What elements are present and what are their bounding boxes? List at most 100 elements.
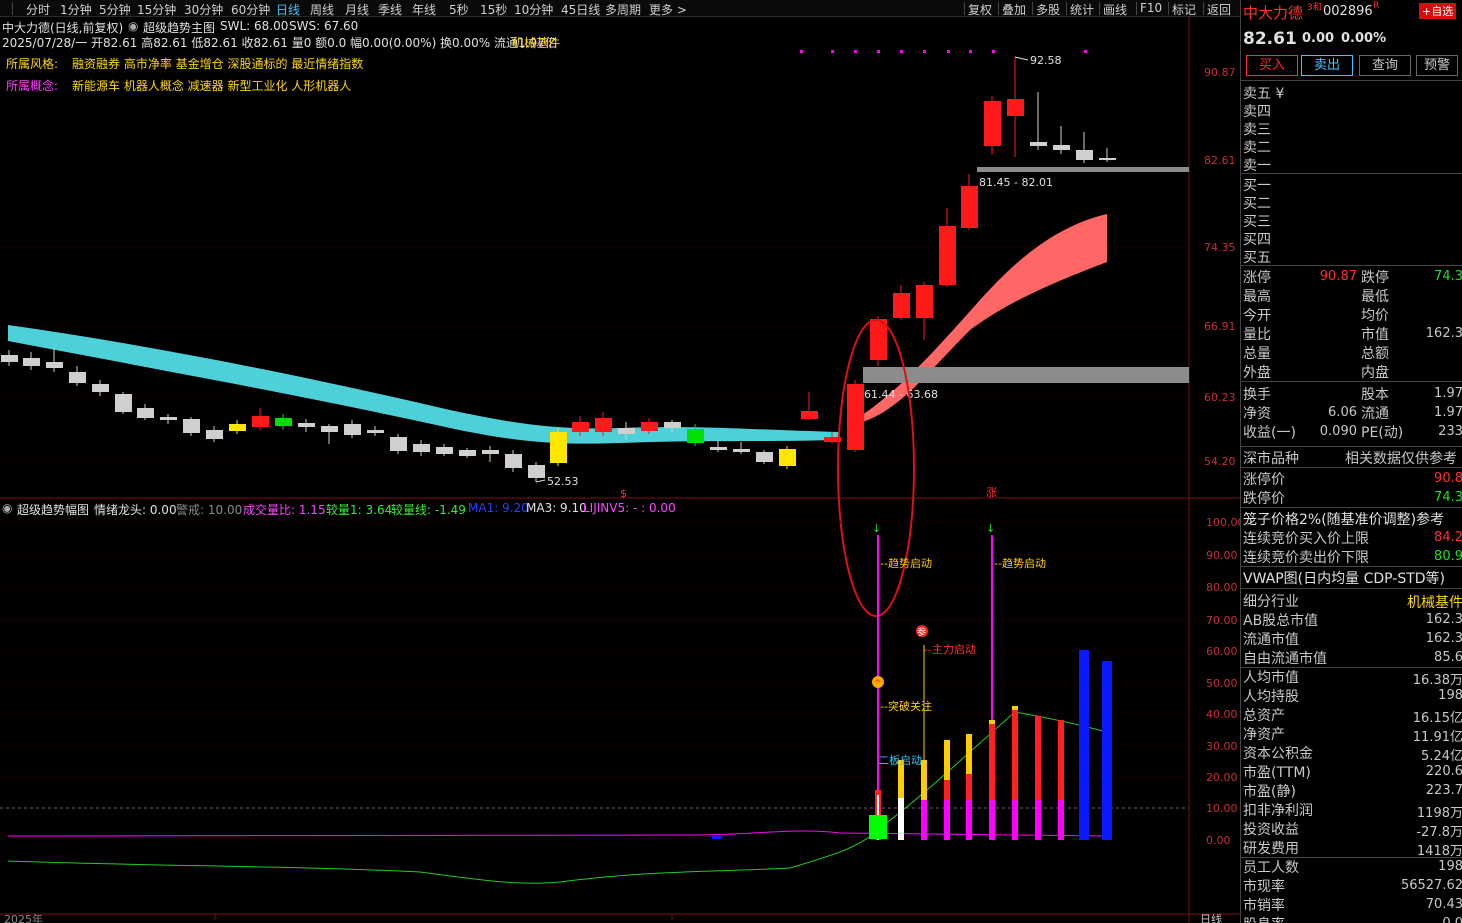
period-tab-10[interactable]: 年线 xyxy=(412,1,436,18)
candle-body-7 xyxy=(160,417,177,420)
panel-divider xyxy=(1241,173,1462,174)
signal-dot-4 xyxy=(900,50,903,53)
period-tab-4[interactable]: 30分钟 xyxy=(184,1,223,18)
toolbar-right-divider xyxy=(1032,2,1033,15)
detail-value: 16.15亿 xyxy=(1412,711,1462,726)
candle-body-0 xyxy=(1,355,18,362)
market-note: 相关数据仅供参考 xyxy=(1345,451,1457,467)
candle-body-40 xyxy=(916,285,933,318)
period-tab-7[interactable]: 周线 xyxy=(310,1,334,18)
toolbar-right-0[interactable]: 复权 xyxy=(968,1,992,18)
candle-body-9 xyxy=(206,430,223,439)
low-pointer xyxy=(535,479,546,483)
cage-label: 笼子价格2%(随基准价调整)参考 xyxy=(1243,512,1445,528)
toolbar-right-7[interactable]: 返回 xyxy=(1207,1,1231,18)
low-label: 52.53 xyxy=(547,475,579,488)
detail-label: 自由流通市值 xyxy=(1243,651,1327,667)
sub-bar-6 xyxy=(1012,706,1018,800)
stat-label: 外盘 xyxy=(1243,365,1271,381)
toolbar-right-5[interactable]: F10 xyxy=(1140,1,1162,15)
trade-button-2[interactable]: 查询 xyxy=(1359,55,1411,76)
sub-bar-base-1 xyxy=(898,798,904,840)
period-tab-12[interactable]: 15秒 xyxy=(480,1,507,18)
trend-ribbon-cyan xyxy=(8,325,840,444)
toolbar-right-3[interactable]: 统计 xyxy=(1070,1,1094,18)
detail-value: 70.43 xyxy=(1425,897,1462,912)
detail-value: 162.3 xyxy=(1425,631,1462,646)
candle-body-2 xyxy=(46,362,63,368)
stat-label: 最高 xyxy=(1243,289,1271,305)
period-tab-13[interactable]: 10分钟 xyxy=(514,1,553,18)
candle-body-5 xyxy=(115,394,132,412)
stat-value: 74.3 xyxy=(1434,269,1462,284)
period-tab-16[interactable]: 更多 > xyxy=(649,1,687,18)
candle-body-44 xyxy=(1007,99,1024,116)
high-pointer xyxy=(1014,56,1029,61)
period-tab-5[interactable]: 60分钟 xyxy=(231,1,270,18)
period-tab-3[interactable]: 15分钟 xyxy=(137,1,176,18)
period-tab-9[interactable]: 季线 xyxy=(378,1,402,18)
signal-dot-7 xyxy=(969,50,972,53)
panel-divider xyxy=(1241,507,1462,508)
period-tab-1[interactable]: 1分钟 xyxy=(60,1,92,18)
trade-button-3[interactable]: 预警 xyxy=(1416,55,1458,76)
period-tab-0[interactable]: 分时 xyxy=(26,1,50,18)
kline-chart[interactable]: 90.87 82.61 74.35 66.91 60.23 54.20 61.44 - 63… xyxy=(0,17,1240,923)
ask-level-2: 卖三 xyxy=(1243,122,1271,138)
price-change-pct: 0.00% xyxy=(1341,31,1387,46)
stock-code: 002896 xyxy=(1323,4,1373,19)
period-label: 日线 xyxy=(1200,912,1222,923)
period-tab-8[interactable]: 月线 xyxy=(345,1,369,18)
bid-limit-label: 连续竞价买入价上限 xyxy=(1243,531,1369,547)
price-tick-label: 66.91 xyxy=(1204,320,1236,333)
toolbar-right-4[interactable]: 画线 xyxy=(1103,1,1127,18)
period-tab-6[interactable]: 日线 xyxy=(276,1,300,18)
stat-label: 总额 xyxy=(1361,346,1389,362)
candle-body-42 xyxy=(961,186,978,228)
detail-value: -27.8万 xyxy=(1416,825,1462,840)
candle-body-19 xyxy=(436,447,453,454)
ask-level-0: 卖五 ¥ xyxy=(1243,86,1285,102)
stock-name: 中大力德 xyxy=(1243,4,1304,22)
ask-level-3: 卖二 xyxy=(1243,140,1271,156)
sub-tick-label: 70.00 xyxy=(1206,614,1238,627)
industry-value[interactable]: 机械基件 xyxy=(1401,592,1462,612)
detail-label: 总资产 xyxy=(1243,708,1285,724)
toolbar-right-2[interactable]: 多股 xyxy=(1036,1,1060,18)
candle-body-20 xyxy=(459,450,476,456)
period-tab-15[interactable]: 多周期 xyxy=(605,1,641,18)
add-watchlist-button[interactable]: +自选 xyxy=(1419,3,1457,19)
candle-body-32 xyxy=(733,449,750,452)
candle-body-35 xyxy=(801,411,818,419)
toolbar-right-1[interactable]: 叠加 xyxy=(1002,1,1026,18)
resistance-zone-bar xyxy=(977,167,1189,172)
can-mark-label: 参 xyxy=(917,626,926,638)
trade-button-0[interactable]: 买入 xyxy=(1246,55,1298,76)
trade-button-1[interactable]: 卖出 xyxy=(1301,55,1353,76)
candle-body-27 xyxy=(618,428,635,434)
candle-body-3 xyxy=(69,372,86,383)
detail-label: 投资收益 xyxy=(1243,822,1299,838)
period-tab-14[interactable]: 45日线 xyxy=(561,1,600,18)
stat-label: 跌停 xyxy=(1361,270,1389,286)
vwap-link[interactable]: VWAP图(日内均量 CDP-STD等) xyxy=(1243,568,1445,588)
detail-label: 市销率 xyxy=(1243,898,1285,914)
detail-value: 162.3 xyxy=(1425,612,1462,627)
stock-name-sup: 3和 xyxy=(1307,3,1322,13)
signal-dot-8 xyxy=(992,50,995,53)
limit-up-value: 90.8 xyxy=(1434,471,1462,486)
period-tab-2[interactable]: 5分钟 xyxy=(99,1,131,18)
ask-limit-value: 80.9 xyxy=(1434,549,1462,564)
detail-label: 市盈(静) xyxy=(1243,784,1296,800)
breakout-icon-glyph: ^ xyxy=(874,679,882,689)
stat-label: 市值 xyxy=(1361,327,1389,343)
sub-tick-label: 0.00 xyxy=(1206,834,1231,847)
panel-divider xyxy=(1241,80,1462,81)
signal-dot-3 xyxy=(877,50,880,53)
period-tab-11[interactable]: 5秒 xyxy=(449,1,469,18)
sub-bar-mid-3 xyxy=(944,780,950,800)
toolbar-right-6[interactable]: 标记 xyxy=(1172,1,1196,18)
sub-tick-label: 10.00 xyxy=(1206,802,1238,815)
toolbar-right-divider xyxy=(998,2,999,15)
detail-label: 员工人数 xyxy=(1243,860,1299,876)
